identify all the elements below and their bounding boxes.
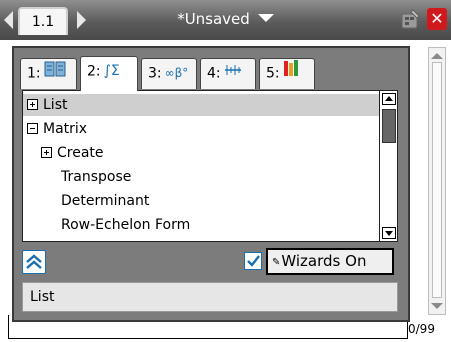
- integral-sum-icon: ∫Σ: [103, 63, 120, 79]
- document-scrollbar[interactable]: [428, 47, 446, 315]
- entry-counter: 0/99: [408, 322, 435, 336]
- tab-1[interactable]: 1:: [20, 58, 77, 89]
- document-title-label: *Unsaved: [177, 10, 250, 28]
- tab-2[interactable]: 2: ∫Σ: [80, 56, 138, 91]
- scroll-thumb[interactable]: [382, 109, 396, 143]
- tab-3[interactable]: 3: ∞β°: [141, 58, 197, 89]
- wizards-toggle-button[interactable]: ✎Wizards On: [266, 248, 394, 275]
- tools-icon[interactable]: [399, 8, 421, 30]
- scroll-up-button[interactable]: [382, 93, 396, 105]
- list-item-label: List: [43, 97, 68, 113]
- list-item[interactable]: Create: [23, 142, 379, 164]
- double-chevron-up-icon: [26, 254, 42, 269]
- wand-icon: ✎: [272, 257, 281, 268]
- scroll-down-button[interactable]: [382, 227, 396, 239]
- item-description: List: [22, 282, 398, 312]
- scroll-down-icon[interactable]: [431, 303, 443, 309]
- scroll-thumb[interactable]: [432, 62, 442, 298]
- close-button[interactable]: ✕: [427, 8, 447, 30]
- checkmark-icon: [247, 255, 260, 267]
- list-item[interactable]: Row-Echelon Form: [23, 214, 379, 236]
- library-icon: [283, 59, 301, 88]
- expand-icon[interactable]: [27, 99, 38, 110]
- tab-label: 3:: [148, 65, 162, 82]
- list-item[interactable]: Transpose: [23, 166, 379, 188]
- list-item[interactable]: List: [23, 94, 379, 116]
- tab-label: 4:: [207, 65, 221, 82]
- list-item[interactable]: Matrix: [23, 118, 379, 140]
- wizards-label: Wizards On: [281, 252, 367, 270]
- tab-4[interactable]: 4:: [200, 58, 256, 89]
- tab-label: 1:: [27, 65, 41, 82]
- list-item-label: Create: [57, 145, 104, 161]
- catalog-panel: 1: 2: ∫Σ 3: ∞β° 4: 5: List Matrix Create Tran…: [12, 46, 410, 322]
- chevron-down-icon: [257, 14, 274, 22]
- list-item[interactable]: Determinant: [23, 190, 379, 212]
- document-title[interactable]: *Unsaved: [0, 10, 451, 28]
- list-item-label: Transpose: [61, 169, 132, 185]
- units-icon: [224, 59, 242, 88]
- expand-panel-button[interactable]: [22, 250, 46, 274]
- list-item-label: Determinant: [61, 193, 150, 209]
- collapse-icon[interactable]: [27, 123, 38, 134]
- tab-label: 2:: [87, 63, 101, 80]
- list-item-label: Matrix: [43, 121, 88, 137]
- top-bar: 1.1 *Unsaved ✕: [0, 0, 451, 40]
- book-icon: [44, 59, 66, 88]
- catalog-list[interactable]: List Matrix Create Transpose Determinant Row-…: [22, 90, 398, 242]
- expand-icon[interactable]: [41, 147, 52, 158]
- infinity-beta-icon: ∞β°: [164, 66, 189, 80]
- wizards-checkbox[interactable]: [244, 252, 262, 270]
- tab-label: 5:: [266, 65, 280, 82]
- tab-5[interactable]: 5:: [259, 58, 315, 89]
- list-scrollbar[interactable]: [379, 91, 397, 241]
- scroll-up-icon[interactable]: [431, 53, 443, 59]
- list-item-label: Row-Echelon Form: [61, 217, 191, 233]
